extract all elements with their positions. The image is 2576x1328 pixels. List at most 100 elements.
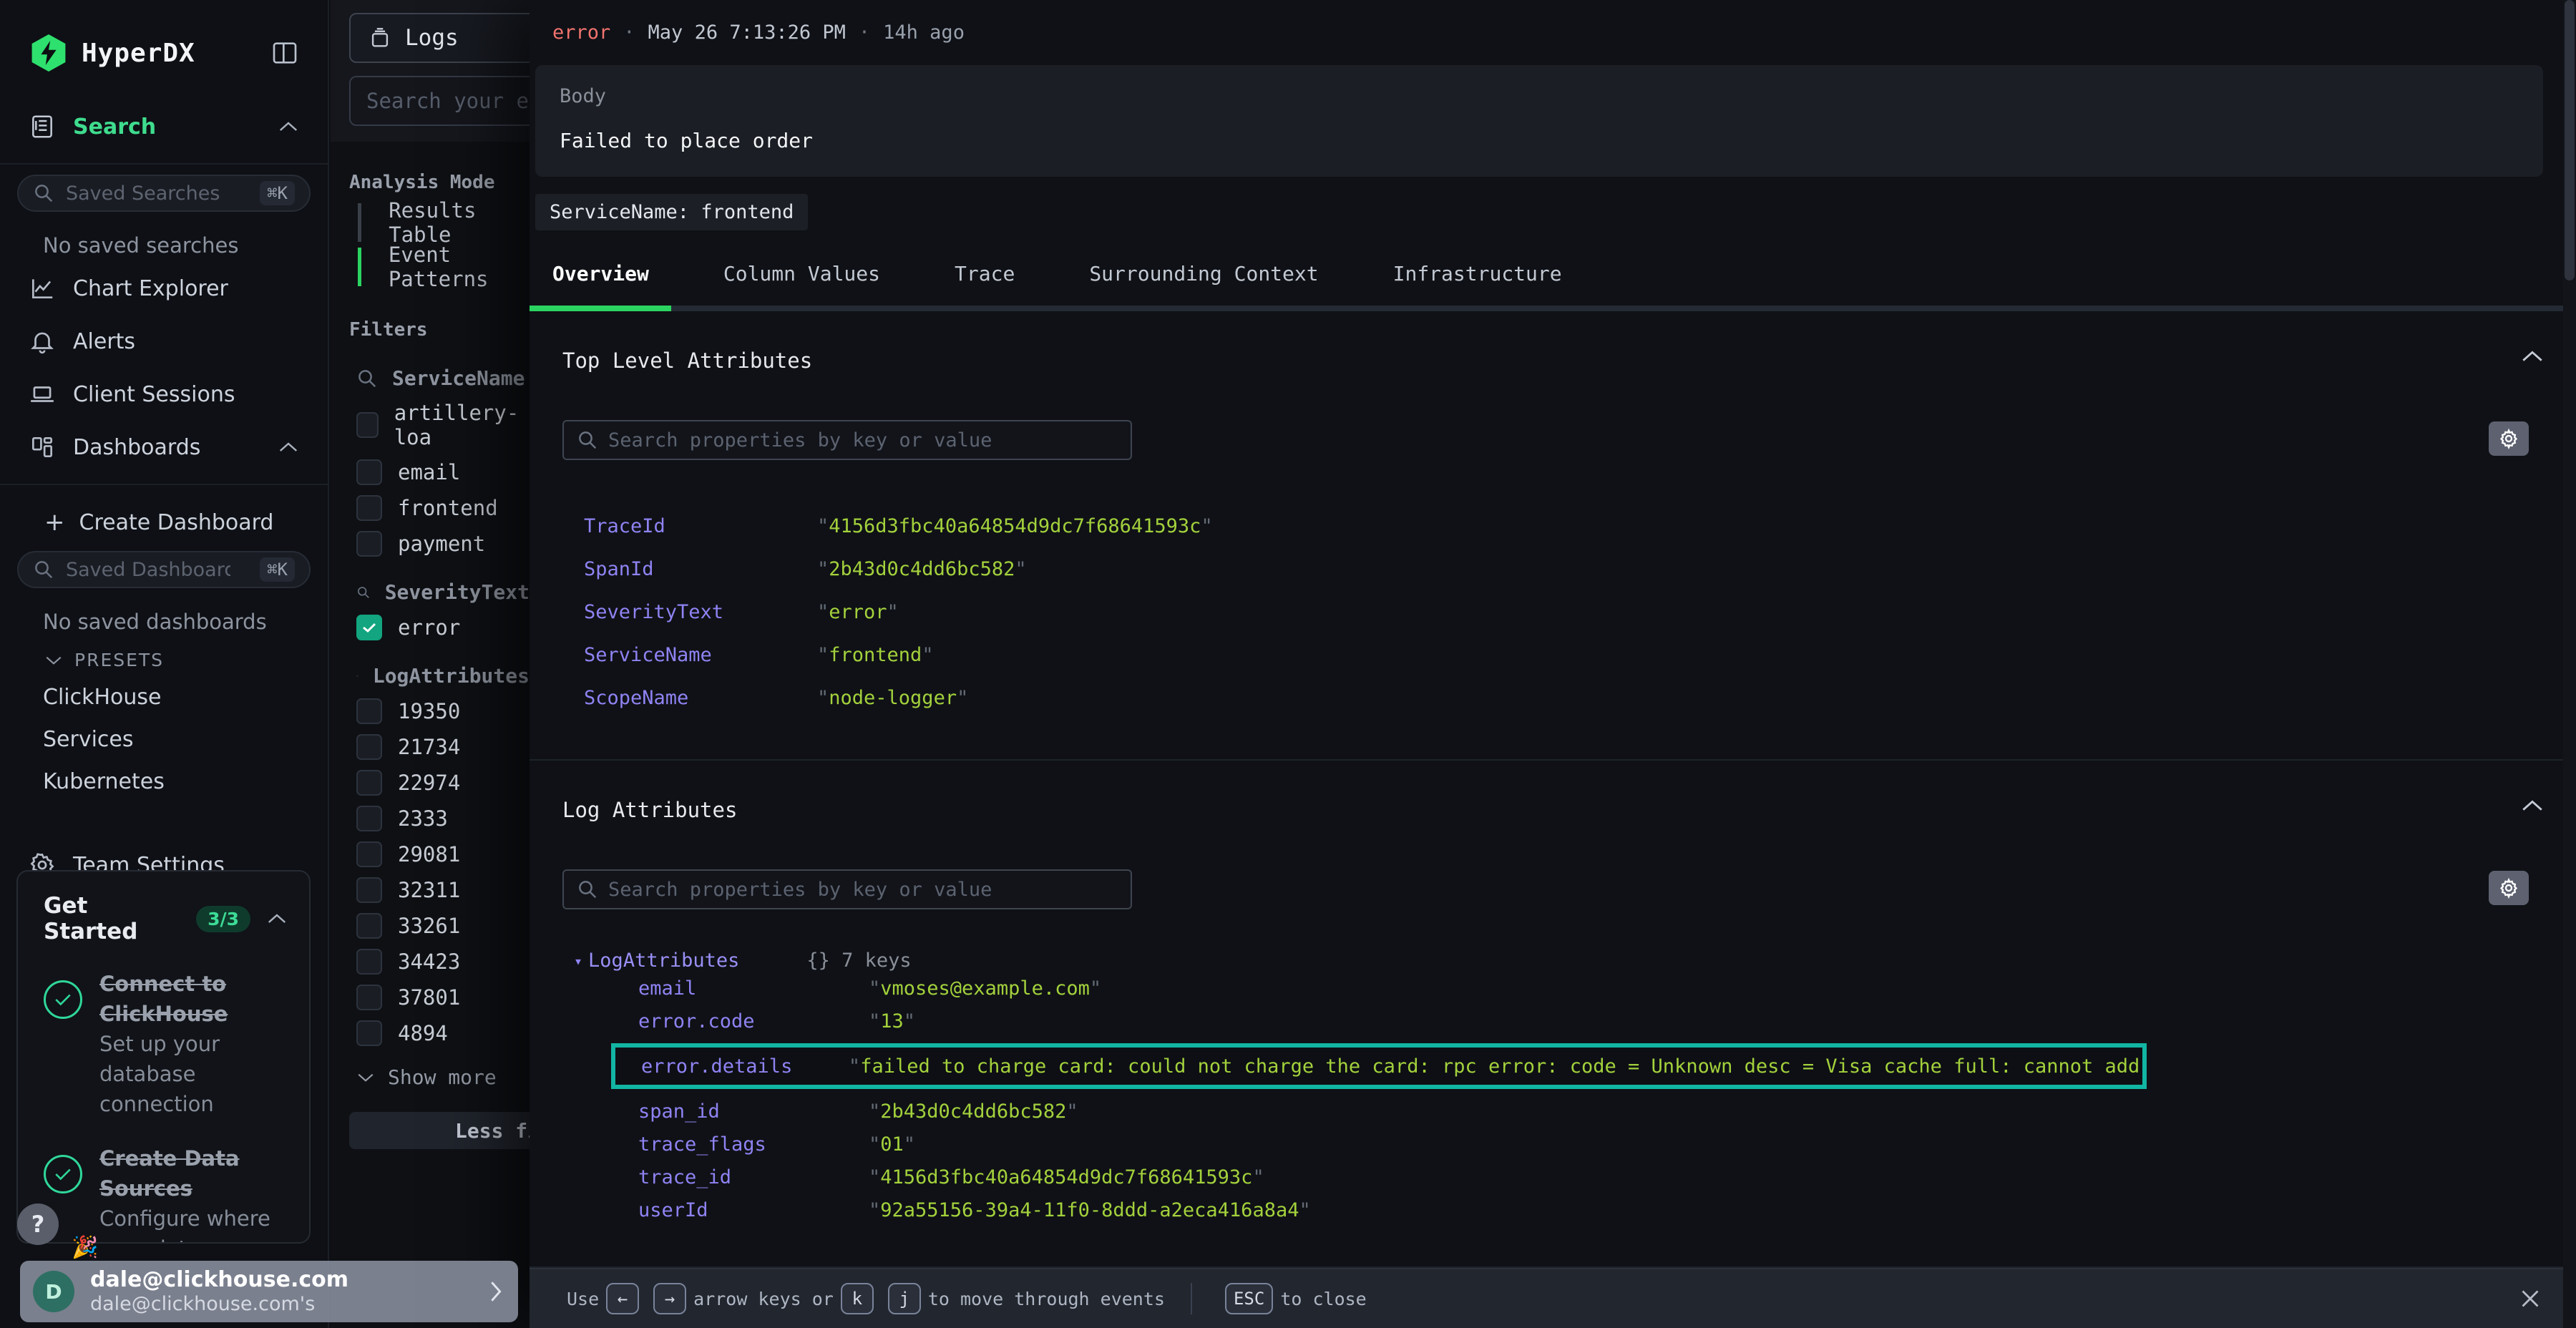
mode-results-table[interactable]: Results Table: [331, 200, 530, 245]
checkbox-checked[interactable]: [356, 615, 382, 640]
show-more-button[interactable]: Show more: [331, 1051, 530, 1093]
confetti-icon: 🎉: [72, 1235, 98, 1260]
checkbox-unchecked[interactable]: [356, 841, 382, 867]
filter-option[interactable]: 34423: [331, 944, 530, 980]
filter-option[interactable]: 22974: [331, 765, 530, 801]
chevron-up-icon[interactable]: [266, 912, 288, 926]
attribute-row[interactable]: trace_id4156d3fbc40a64854d9dc7f68641593c: [562, 1161, 2543, 1193]
sidebar-item-dashboards[interactable]: Dashboards: [0, 421, 328, 474]
tab-infrastructure[interactable]: Infrastructure: [1393, 262, 1562, 306]
chevron-up-icon[interactable]: [278, 119, 299, 134]
filter-option[interactable]: email: [331, 454, 530, 490]
filter-option[interactable]: 21734: [331, 729, 530, 765]
filter-option-label: 33261: [398, 914, 460, 938]
less-filters-button[interactable]: Less fil: [349, 1112, 530, 1149]
mode-indicator: [358, 203, 361, 242]
filter-group-logattributes[interactable]: LogAttributes: [331, 645, 530, 693]
attribute-key: trace_flags: [638, 1133, 869, 1156]
checkbox-unchecked[interactable]: [356, 412, 379, 438]
saved-dashboards-search[interactable]: ⌘K: [17, 551, 311, 588]
mode-event-patterns[interactable]: Event Patterns: [331, 245, 530, 289]
filter-option[interactable]: 4894: [331, 1015, 530, 1051]
preset-kubernetes[interactable]: Kubernetes: [0, 761, 328, 803]
presets-toggle[interactable]: PRESETS: [0, 638, 328, 676]
attribute-row[interactable]: SeverityTexterror: [562, 590, 2543, 633]
event-search-box[interactable]: [349, 76, 530, 126]
filter-option[interactable]: 29081: [331, 836, 530, 872]
collapse-sidebar-icon[interactable]: [270, 39, 299, 67]
checkbox-unchecked[interactable]: [356, 734, 382, 760]
checkbox-unchecked[interactable]: [356, 806, 382, 831]
attribute-key: SeverityText: [584, 601, 817, 623]
attribute-row[interactable]: span_id2b43d0c4dd6bc582: [562, 1095, 2543, 1128]
checkbox-unchecked[interactable]: [356, 698, 382, 724]
attributes-settings-button[interactable]: [2489, 421, 2529, 456]
filter-group-servicename[interactable]: ServiceName: [331, 348, 530, 396]
filter-option[interactable]: 37801: [331, 980, 530, 1015]
checkbox-unchecked[interactable]: [356, 531, 382, 557]
filter-option-error[interactable]: error: [331, 610, 530, 645]
property-search-input[interactable]: [608, 879, 1095, 901]
attributes-settings-button[interactable]: [2489, 871, 2529, 905]
filter-option[interactable]: 32311: [331, 872, 530, 908]
preset-services[interactable]: Services: [0, 718, 328, 761]
property-search-box[interactable]: [562, 420, 1132, 460]
preset-clickhouse[interactable]: ClickHouse: [0, 676, 328, 718]
saved-searches-search[interactable]: ⌘K: [17, 175, 311, 212]
tab-trace[interactable]: Trace: [955, 262, 1015, 306]
attribute-row-highlighted-error-details[interactable]: error.details failed to charge card: cou…: [611, 1043, 2147, 1089]
attribute-row[interactable]: TraceId4156d3fbc40a64854d9dc7f68641593c: [562, 504, 2543, 547]
filter-option[interactable]: artillery-loa: [331, 396, 530, 454]
attribute-row[interactable]: SpanId2b43d0c4dd6bc582: [562, 547, 2543, 590]
collapse-section-icon[interactable]: [2520, 798, 2545, 814]
sidebar-item-chart-explorer[interactable]: Chart Explorer: [0, 262, 328, 315]
saved-dashboards-input[interactable]: [66, 559, 230, 581]
tab-overview[interactable]: Overview: [552, 262, 649, 306]
checkbox-unchecked[interactable]: [356, 495, 382, 521]
attribute-row[interactable]: ScopeNamenode-logger: [562, 676, 2543, 719]
sidebar-item-search[interactable]: Search: [0, 100, 328, 153]
property-search-input[interactable]: [608, 429, 1095, 451]
user-menu[interactable]: D dale@clickhouse.com dale@clickhouse.co…: [20, 1261, 518, 1322]
get-started-step-connect[interactable]: Connect to ClickHouse Set up your databa…: [44, 969, 288, 1119]
sidebar-item-alerts[interactable]: Alerts: [0, 315, 328, 368]
get-started-step-sources[interactable]: Create Data Sources Configure where your…: [44, 1143, 288, 1244]
saved-searches-input[interactable]: [66, 182, 230, 205]
filter-option[interactable]: frontend: [331, 490, 530, 526]
tab-surrounding-context[interactable]: Surrounding Context: [1089, 262, 1318, 306]
attribute-row[interactable]: emailvmoses@example.com: [562, 972, 2543, 1005]
filter-group-severitytext[interactable]: SeverityText: [331, 562, 530, 610]
filter-option-label: 2333: [398, 806, 448, 831]
collapse-section-icon[interactable]: [2520, 348, 2545, 364]
source-selector-button[interactable]: Logs: [349, 13, 530, 63]
checkbox-unchecked[interactable]: [356, 459, 382, 485]
service-name-chip[interactable]: ServiceName: frontend: [535, 194, 808, 230]
close-panel-icon[interactable]: [2517, 1286, 2543, 1312]
event-search-input[interactable]: [366, 89, 530, 113]
filter-option[interactable]: payment: [331, 526, 530, 562]
scrollbar[interactable]: [2563, 0, 2576, 1328]
checkbox-unchecked[interactable]: [356, 949, 382, 975]
checkbox-unchecked[interactable]: [356, 1020, 382, 1046]
logattributes-tree-root[interactable]: ▾ LogAttributes {} 7 keys: [562, 949, 2543, 972]
sidebar-item-client-sessions[interactable]: Client Sessions: [0, 368, 328, 421]
checkbox-unchecked[interactable]: [356, 770, 382, 796]
attribute-value: 13: [869, 1010, 915, 1032]
attribute-value: 4156d3fbc40a64854d9dc7f68641593c: [817, 515, 1213, 537]
create-dashboard-button[interactable]: + Create Dashboard: [0, 495, 328, 544]
attribute-row[interactable]: error.code13: [562, 1005, 2543, 1038]
checkbox-unchecked[interactable]: [356, 913, 382, 939]
filter-option[interactable]: 33261: [331, 908, 530, 944]
checkbox-unchecked[interactable]: [356, 985, 382, 1010]
tab-column-values[interactable]: Column Values: [723, 262, 880, 306]
attribute-row[interactable]: trace_flags01: [562, 1128, 2543, 1161]
filter-option[interactable]: 2333: [331, 801, 530, 836]
chevron-up-icon[interactable]: [278, 440, 299, 454]
checkbox-unchecked[interactable]: [356, 877, 382, 903]
scrollbar-thumb[interactable]: [2565, 0, 2575, 280]
filter-option[interactable]: 19350: [331, 693, 530, 729]
property-search-box[interactable]: [562, 869, 1132, 909]
attribute-row[interactable]: userId92a55156-39a4-11f0-8ddd-a2eca416a8…: [562, 1193, 2543, 1226]
help-button[interactable]: ?: [17, 1204, 59, 1245]
attribute-row[interactable]: ServiceNamefrontend: [562, 633, 2543, 676]
